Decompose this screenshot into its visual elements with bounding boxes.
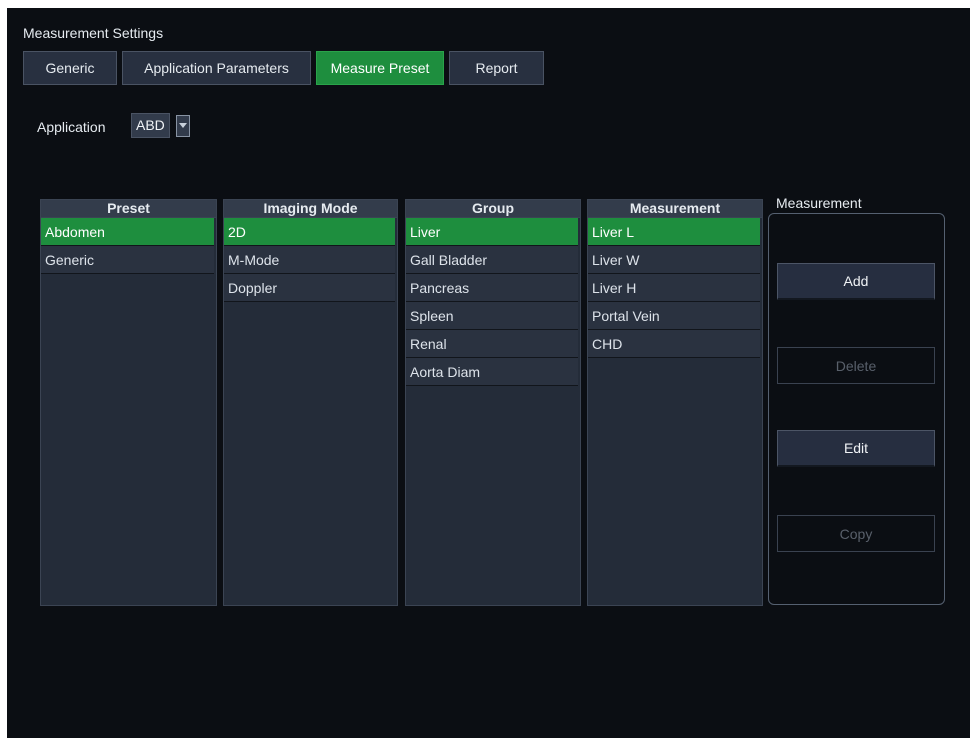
measurement-panel-legend: Measurement xyxy=(772,195,866,211)
imaging-mode-item[interactable]: 2D xyxy=(224,218,395,246)
preset-list: Preset Abdomen Generic xyxy=(40,199,217,606)
imaging-mode-item[interactable]: Doppler xyxy=(224,274,395,302)
measurement-item[interactable]: Liver W xyxy=(588,246,760,274)
copy-button[interactable]: Copy xyxy=(777,515,935,552)
add-button[interactable]: Add xyxy=(777,263,935,300)
group-item[interactable]: Aorta Diam xyxy=(406,358,578,386)
preset-item[interactable]: Abdomen xyxy=(41,218,214,246)
group-item[interactable]: Gall Bladder xyxy=(406,246,578,274)
group-item[interactable]: Renal xyxy=(406,330,578,358)
application-select[interactable]: ABD xyxy=(131,113,190,138)
measurement-item[interactable]: CHD xyxy=(588,330,760,358)
measurement-item[interactable]: Liver L xyxy=(588,218,760,246)
measurement-settings-window: Measurement Settings Generic Application… xyxy=(7,8,970,738)
group-item[interactable]: Pancreas xyxy=(406,274,578,302)
preset-item[interactable]: Generic xyxy=(41,246,214,274)
tab-report[interactable]: Report xyxy=(449,51,544,85)
group-list: Group Liver Gall Bladder Pancreas Spleen Ren… xyxy=(405,199,581,606)
application-label: Application xyxy=(37,119,106,135)
measurement-item[interactable]: Liver H xyxy=(588,274,760,302)
imaging-mode-header: Imaging Mode xyxy=(224,200,397,218)
imaging-mode-item[interactable]: M-Mode xyxy=(224,246,395,274)
preset-header: Preset xyxy=(41,200,216,218)
measurement-list: Measurement Liver L Liver W Liver H Portal … xyxy=(587,199,763,606)
delete-button[interactable]: Delete xyxy=(777,347,935,384)
imaging-mode-list: Imaging Mode 2D M-Mode Doppler xyxy=(223,199,398,606)
measurement-header: Measurement xyxy=(588,200,762,218)
group-item[interactable]: Spleen xyxy=(406,302,578,330)
group-item[interactable]: Liver xyxy=(406,218,578,246)
window-title: Measurement Settings xyxy=(23,25,164,41)
tab-measure-preset[interactable]: Measure Preset xyxy=(316,51,444,85)
application-value[interactable]: ABD xyxy=(131,113,170,138)
dropdown-arrow-icon[interactable] xyxy=(175,114,190,137)
edit-button[interactable]: Edit xyxy=(777,430,935,467)
measurement-item[interactable]: Portal Vein xyxy=(588,302,760,330)
tab-generic[interactable]: Generic xyxy=(23,51,117,85)
tab-application-parameters[interactable]: Application Parameters xyxy=(122,51,311,85)
group-header: Group xyxy=(406,200,580,218)
